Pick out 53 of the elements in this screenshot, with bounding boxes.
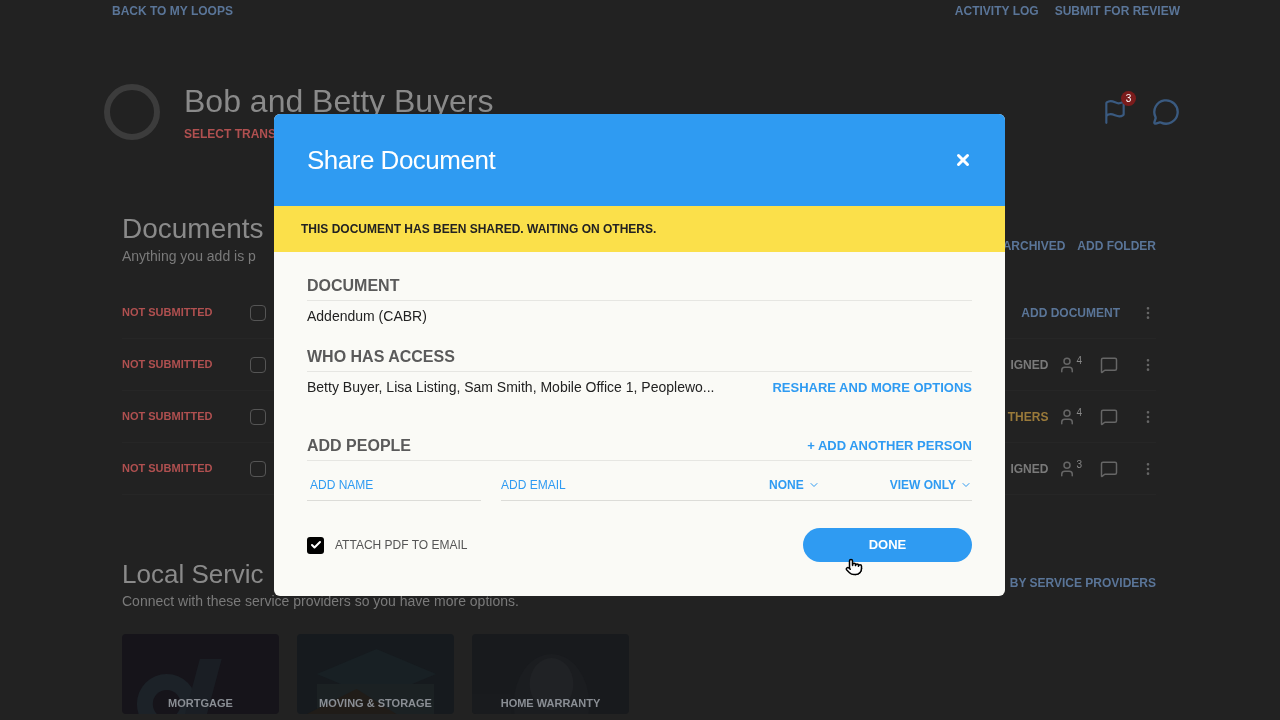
row-checkbox[interactable] [250,408,266,425]
section-heading: Local Servic [122,558,265,591]
row-checkbox[interactable] [250,460,266,477]
top-link[interactable]: SUBMIT FOR REVIEW [1054,2,1180,20]
attach-checkbox[interactable] [307,536,324,554]
banner-text: THIS DOCUMENT HAS BEEN SHARED. WAITING ON OTHERS. [301,221,657,238]
permission-dropdown[interactable]: NONE [769,475,820,494]
avatar [104,84,160,140]
reshare-link[interactable]: RESHARE AND MORE OPTIONS [772,377,972,398]
section-heading: Documents [122,212,264,246]
email-field[interactable]: ADD EMAIL [501,469,770,500]
submission-status: NOT SUBMITTED [122,461,214,477]
dialog-title: Share Document [307,143,496,177]
comment-icon[interactable] [1100,407,1118,426]
section-description: Anything you add is p [122,247,257,266]
field-heading: WHO HAS ACCESS [307,345,972,372]
comment-icon[interactable] [1100,459,1118,478]
share-count: 3 [1076,459,1082,470]
submission-status: NOT SUBMITTED [122,409,214,425]
field-heading: DOCUMENT [307,274,972,301]
name-field[interactable]: ADD NAME [307,469,481,501]
pointer-cursor-icon [845,557,863,577]
top-link[interactable]: ACTIVITY LOG [954,2,1039,20]
checkbox-label: ATTACH PDF TO EMAIL [335,537,468,554]
share-count: 4 [1076,355,1082,366]
signing-status: IGNED [1010,460,1049,478]
comment-icon[interactable] [1100,355,1118,374]
add-document-link[interactable]: ADD DOCUMENT [1021,303,1120,322]
page-title: Bob and Betty Buyers [184,82,494,121]
flag-icon[interactable] [1102,99,1128,125]
permission-dropdown[interactable]: VIEW ONLY [889,475,972,494]
document-name: Addendum (CABR) [307,307,428,326]
add-person-link[interactable]: + ADD ANOTHER PERSON [807,436,972,456]
notification-badge: 3 [1121,91,1136,106]
chat-icon[interactable] [1152,98,1180,126]
back-link[interactable]: BACK TO MY LOOPS [112,2,233,20]
row-checkbox[interactable] [250,356,266,373]
field-heading: ADD PEOPLE [307,436,411,456]
submission-status: NOT SUBMITTED [122,357,214,373]
folder-action[interactable]: ADD FOLDER [1077,237,1156,255]
access-list: Betty Buyer, Lisa Listing, Sam Smith, Mobile Office 1, Peoplewo... [307,377,715,398]
folder-action[interactable]: ARCHIVED [1002,237,1066,255]
submission-status: NOT SUBMITTED [122,305,214,321]
done-button[interactable]: DONE [803,528,972,562]
row-checkbox[interactable] [250,304,266,321]
providers-link[interactable]: BY SERVICE PROVIDERS [1009,574,1156,592]
section-description: Connect with these service providers so you have more options. [122,592,519,611]
check-icon [309,539,322,551]
close-button[interactable] [954,151,972,169]
share-count: 4 [1076,407,1082,418]
signing-status: IGNED [1010,356,1049,374]
close-icon [954,151,972,169]
signing-status: THERS [1007,408,1049,426]
